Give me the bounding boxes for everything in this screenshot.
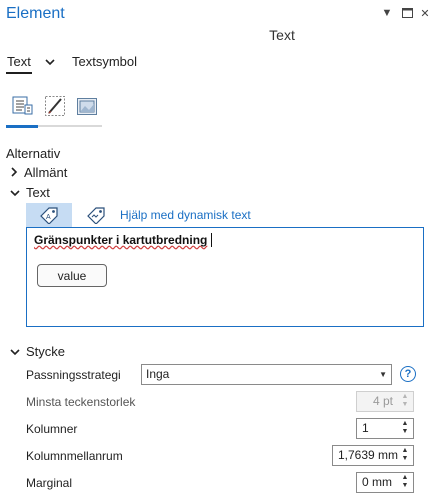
chevron-down-icon [10,345,20,359]
text-content: Gränspunkter i kartutbredning [34,233,207,247]
dynamic-text-help-link[interactable]: Hjälp med dynamisk text [120,208,251,222]
stepper-arrows-icon[interactable]: ▲ ▼ [400,474,410,490]
close-icon[interactable]: ✕ [418,6,432,20]
tree-label-general: Allmänt [24,165,68,180]
tree-item-text[interactable]: Text [10,185,50,200]
tree-item-paragraph[interactable]: Stycke [10,344,65,359]
stepper-arrows-icon: ▲ ▼ [401,393,409,408]
min-font-size-label: Minsta teckenstorlek [26,395,136,409]
panel-title: Element [6,5,65,22]
columns-value: 1 [362,421,369,435]
tree-label-text: Text [26,185,50,200]
column-gap-stepper[interactable]: 1,7639 mm ▲ ▼ [332,445,414,466]
chevron-down-icon: ▼ [379,370,387,379]
help-icon[interactable]: ? [400,366,416,382]
stepper-arrows-icon[interactable]: ▲ ▼ [400,420,410,436]
dynamic-text-tab[interactable] [84,203,108,227]
margin-value: 0 mm [362,475,392,489]
value-button[interactable]: value [37,264,107,287]
options-heading: Alternativ [6,146,61,161]
tree-label-paragraph: Stycke [26,344,66,359]
element-type-label: Text [269,27,295,43]
fitting-strategy-value: Inga [146,367,170,381]
toolbar-active-indicator [6,125,38,128]
margin-stepper[interactable]: 0 mm ▲ ▼ [356,472,414,493]
text-tag-icon: A [40,207,58,224]
tab-text[interactable]: Text [7,54,31,69]
chevron-down-icon [10,186,20,200]
text-tag-tab[interactable]: A [26,203,72,227]
min-font-size-stepper: 4 pt ▲ ▼ [356,391,414,412]
tab-textsymbol[interactable]: Textsymbol [72,54,137,69]
maximize-icon[interactable] [400,6,414,20]
column-gap-value: 1,7639 mm [338,448,399,462]
column-gap-label: Kolumnmellanrum [26,449,123,463]
text-options-icon[interactable] [10,93,36,119]
chevron-down-icon[interactable] [45,56,55,66]
frame-layout-icon[interactable] [74,93,100,119]
columns-stepper[interactable]: 1 ▲ ▼ [356,418,414,439]
columns-label: Kolumner [26,422,78,436]
tree-item-general[interactable]: Allmänt [10,165,67,180]
fitting-strategy-select[interactable]: Inga ▼ [141,364,392,385]
margin-label: Marginal [26,476,73,490]
text-caret [211,233,212,247]
stepper-arrows-icon[interactable]: ▲ ▼ [400,447,410,463]
fitting-strategy-label: Passningsstrategi [26,368,121,382]
dropdown-menu-icon[interactable]: ▼ [380,6,394,20]
chevron-right-icon [10,166,18,180]
text-content-value: Gränspunkter i kartutbredning [34,233,208,247]
min-font-size-value: 4 pt [372,394,393,408]
dynamic-tag-icon [87,207,105,224]
svg-text:A: A [46,214,51,221]
tab-active-indicator [6,72,32,74]
brush-symbol-icon[interactable] [42,93,68,119]
